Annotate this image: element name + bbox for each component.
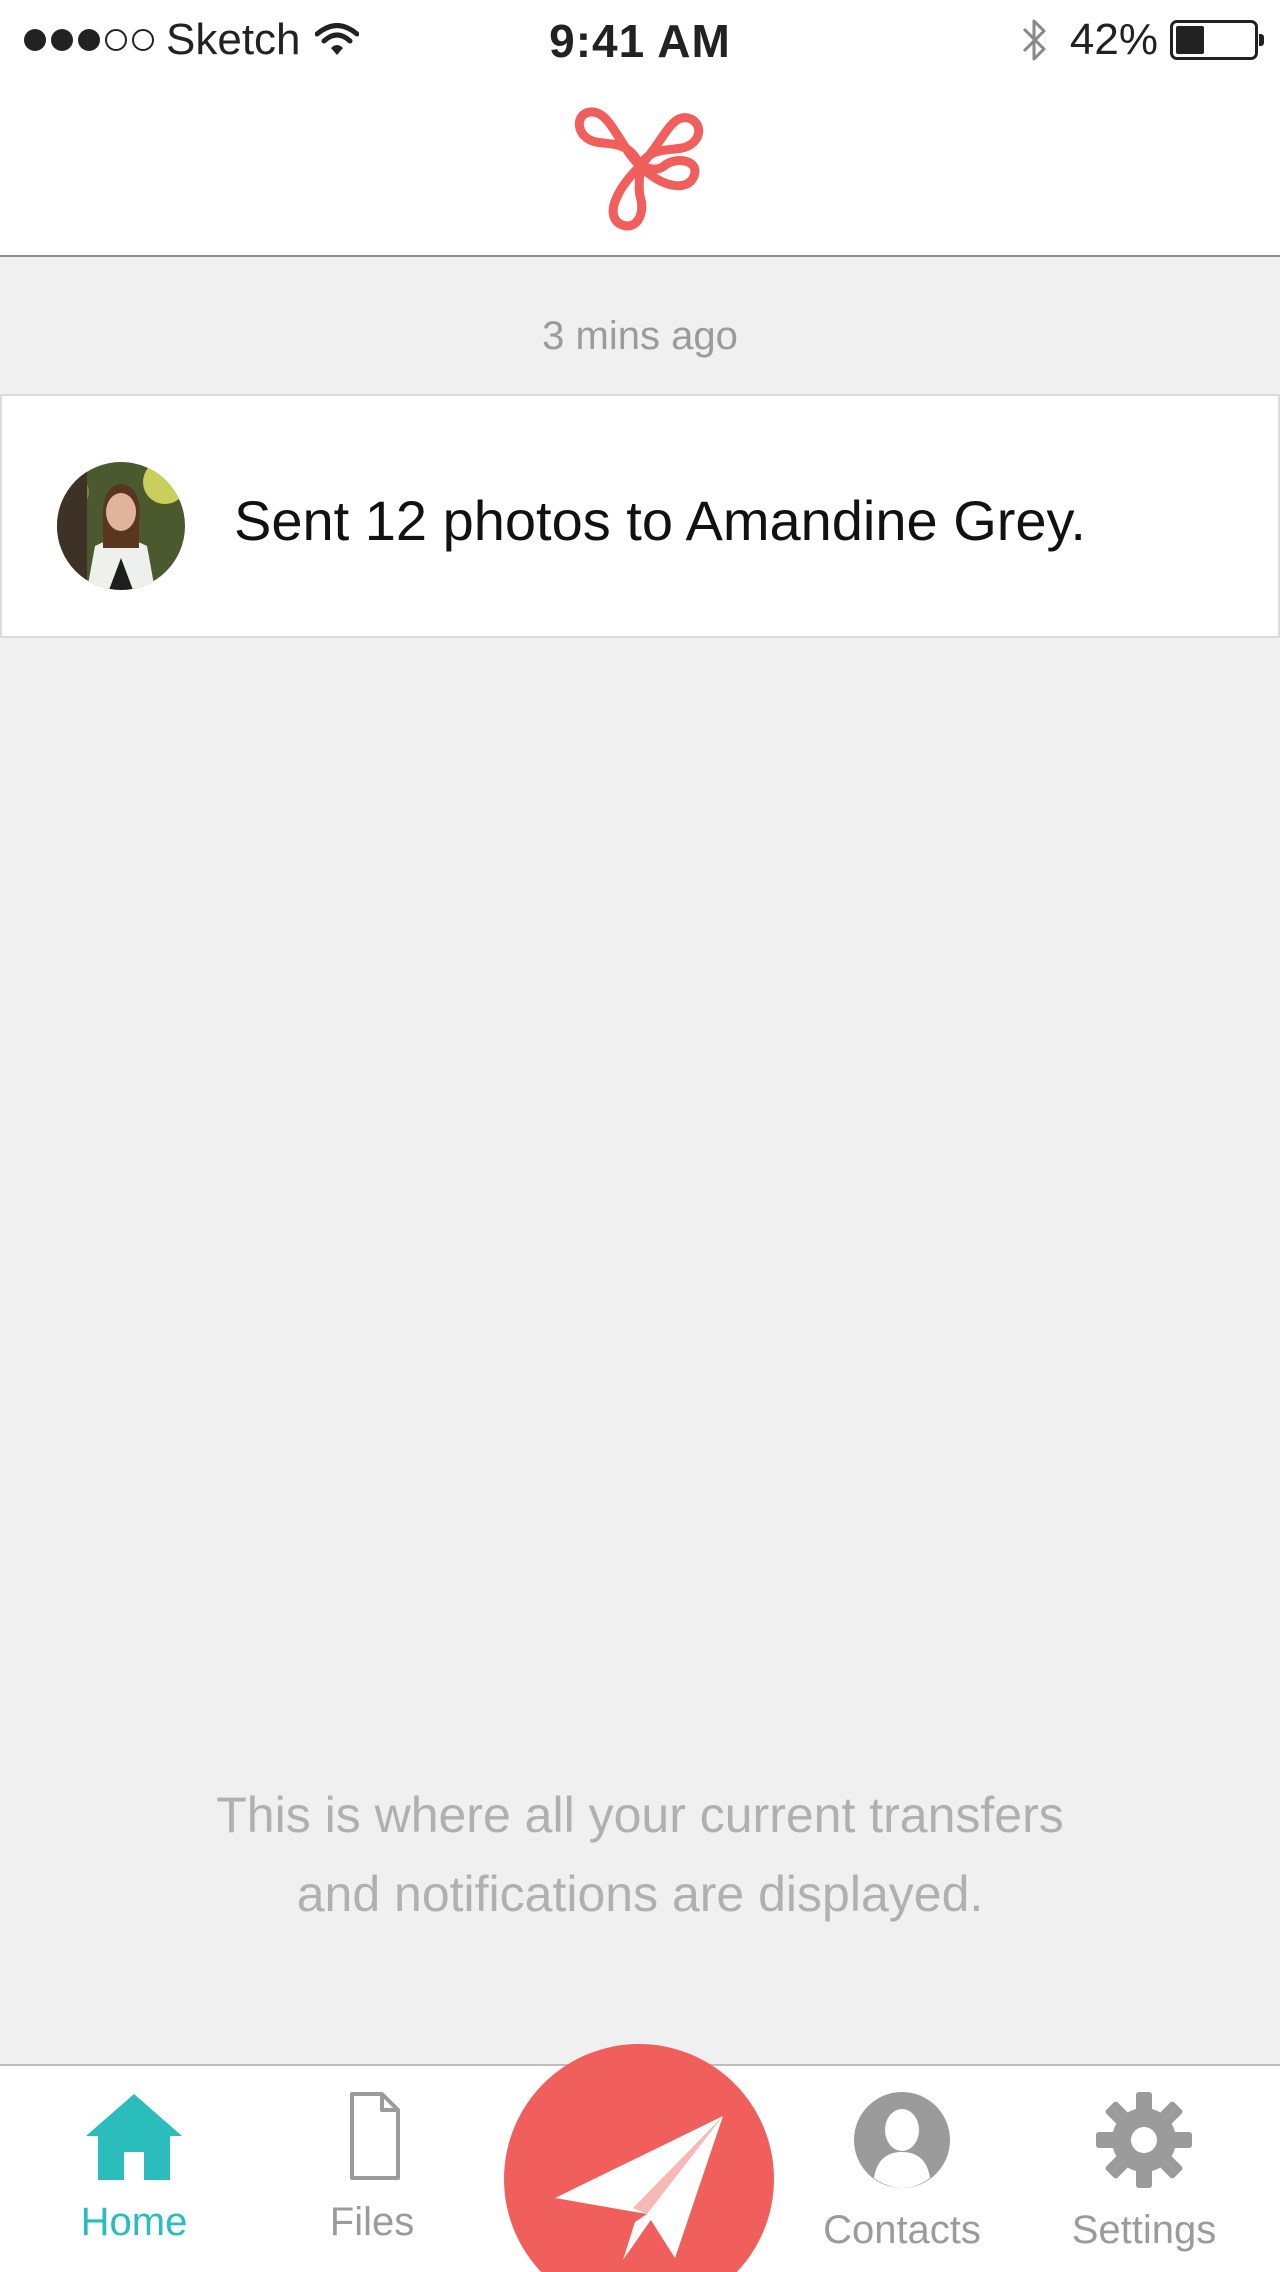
empty-message-line-1: This is where all your current transfers [216, 1787, 1064, 1843]
contact-icon [854, 2092, 950, 2188]
tab-home-label: Home [80, 2200, 188, 2244]
tab-files-label: Files [329, 2200, 415, 2244]
paper-plane-icon [555, 2116, 723, 2260]
nav-header [0, 80, 1280, 257]
notification-text: Sent 12 photos to Amandine Grey. [234, 489, 1086, 552]
file-icon [350, 2092, 400, 2180]
empty-state-message: This is where all your current transfers… [0, 1776, 1280, 1934]
battery-percentage: 42% [1069, 15, 1158, 64]
tab-settings-label: Settings [1071, 2208, 1217, 2252]
gear-icon [1096, 2092, 1192, 2188]
feed-timestamp: 3 mins ago [542, 314, 738, 358]
empty-message-line-2: and notifications are displayed. [296, 1866, 984, 1922]
notification-card[interactable]: Sent 12 photos to Amandine Grey. [0, 394, 1280, 638]
battery-icon [1170, 20, 1264, 60]
app-screen: Sketch 9:41 AM 42% 3 mins ago Sent 12 ph… [0, 0, 1280, 2272]
clover-knot-logo [575, 107, 703, 231]
status-right: 42% [1020, 12, 1264, 68]
tab-settings[interactable]: Settings [1044, 2090, 1244, 2270]
bluetooth-icon [1022, 19, 1046, 61]
tab-home[interactable]: Home [34, 2090, 234, 2270]
status-bar: Sketch 9:41 AM 42% [0, 0, 1280, 80]
battery-level [1176, 26, 1205, 54]
user-avatar[interactable] [57, 462, 185, 590]
tab-files[interactable]: Files [272, 2090, 472, 2270]
avatar-photo [57, 462, 185, 590]
tab-contacts[interactable]: Contacts [802, 2090, 1002, 2270]
tab-contacts-label: Contacts [823, 2208, 981, 2252]
home-icon [86, 2094, 182, 2180]
